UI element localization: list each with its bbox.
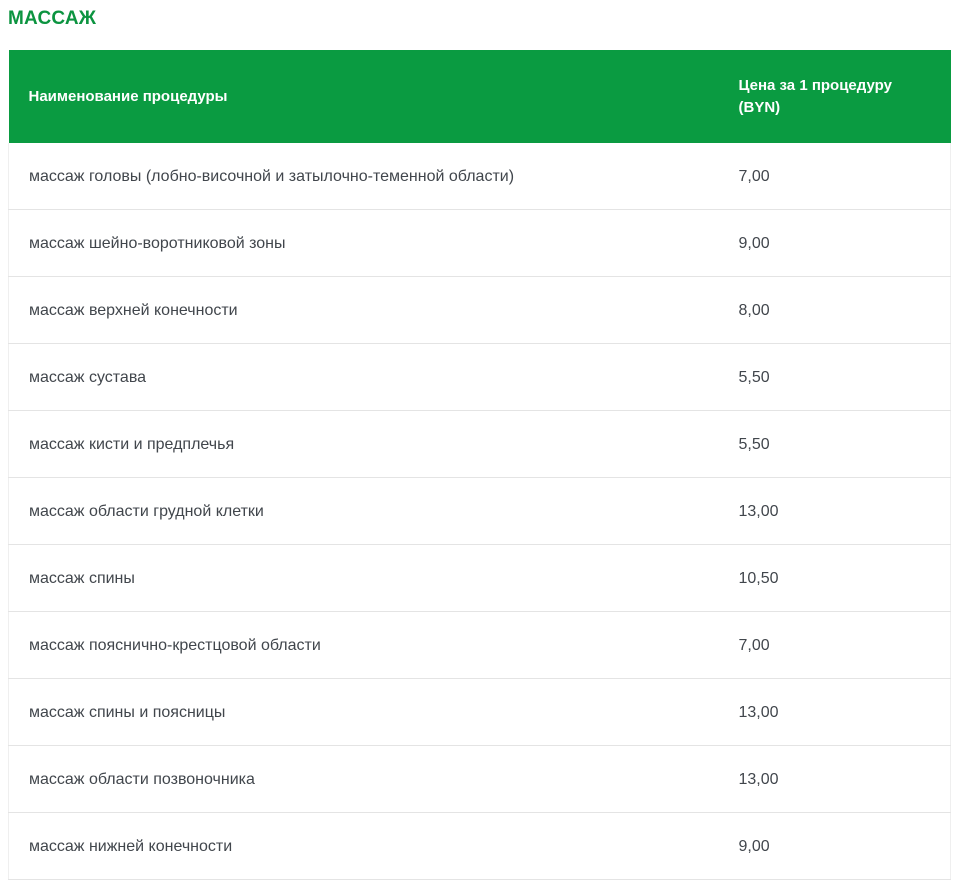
price-table: Наименование процедуры Цена за 1 процеду… (8, 50, 951, 880)
table-row: массаж верхней конечности8,00 (9, 277, 951, 344)
procedure-name-cell: массаж области позвоночника (9, 746, 719, 813)
procedure-name-cell: массаж шейно-воротниковой зоны (9, 210, 719, 277)
section-title: МАССАЖ (8, 9, 950, 29)
table-row: массаж спины и поясницы13,00 (9, 679, 951, 746)
procedure-price-cell: 10,50 (719, 545, 951, 612)
table-header-row: Наименование процедуры Цена за 1 процеду… (9, 50, 951, 143)
procedure-name-cell: массаж кисти и предплечья (9, 411, 719, 478)
procedure-price-cell: 5,50 (719, 344, 951, 411)
procedure-name-cell: массаж пояснично-крестцовой области (9, 612, 719, 679)
table-row: массаж нижней конечности9,00 (9, 813, 951, 880)
table-row: массаж головы (лобно-височной и затылочн… (9, 143, 951, 210)
procedure-price-cell: 7,00 (719, 612, 951, 679)
procedure-price-cell: 9,00 (719, 813, 951, 880)
procedure-name-cell: массаж спины (9, 545, 719, 612)
procedure-price-cell: 7,00 (719, 143, 951, 210)
table-row: массаж пояснично-крестцовой области7,00 (9, 612, 951, 679)
procedure-name-cell: массаж головы (лобно-височной и затылочн… (9, 143, 719, 210)
table-row: массаж шейно-воротниковой зоны9,00 (9, 210, 951, 277)
procedure-price-cell: 13,00 (719, 478, 951, 545)
procedure-price-cell: 8,00 (719, 277, 951, 344)
price-section: МАССАЖ Наименование процедуры Цена за 1 … (0, 0, 962, 880)
procedure-price-cell: 5,50 (719, 411, 951, 478)
procedure-name-cell: массаж сустава (9, 344, 719, 411)
table-row: массаж сустава5,50 (9, 344, 951, 411)
procedure-name-cell: массаж верхней конечности (9, 277, 719, 344)
procedure-name-cell: массаж области грудной клетки (9, 478, 719, 545)
procedure-price-cell: 13,00 (719, 746, 951, 813)
table-row: массаж кисти и предплечья5,50 (9, 411, 951, 478)
procedure-name-cell: массаж нижней конечности (9, 813, 719, 880)
table-row: массаж области грудной клетки13,00 (9, 478, 951, 545)
procedure-price-cell: 13,00 (719, 679, 951, 746)
column-header-price: Цена за 1 процедуру (BYN) (719, 50, 951, 143)
column-header-procedure-name: Наименование процедуры (9, 50, 719, 143)
procedure-name-cell: массаж спины и поясницы (9, 679, 719, 746)
table-row: массаж спины10,50 (9, 545, 951, 612)
table-row: массаж области позвоночника13,00 (9, 746, 951, 813)
procedure-price-cell: 9,00 (719, 210, 951, 277)
